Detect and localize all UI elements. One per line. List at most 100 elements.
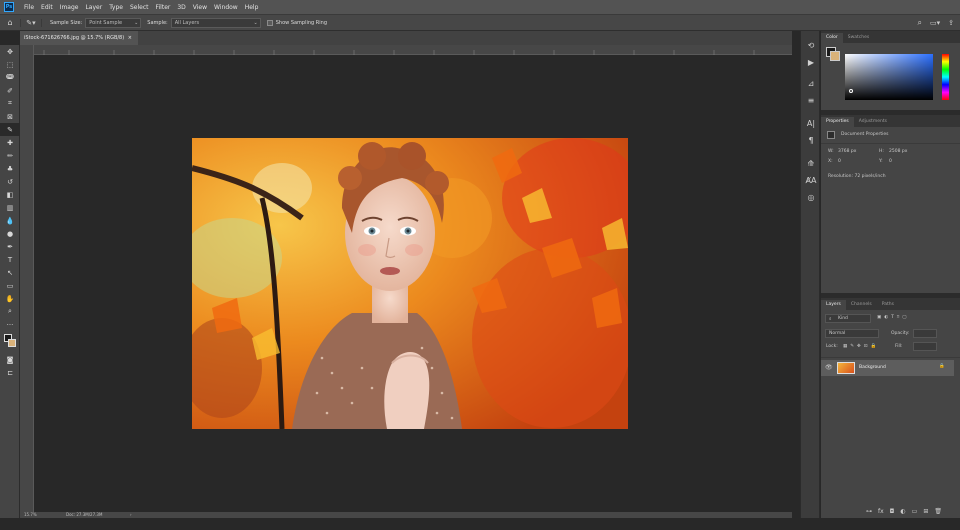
chevron-down-icon: ⌄ (253, 19, 258, 26)
path-selection-tool-icon[interactable]: ↖ (0, 266, 20, 279)
actions-play-icon[interactable]: ▶ (801, 54, 821, 71)
app-logo: Ps (4, 2, 14, 12)
workspace-icon[interactable]: ▭▾ (930, 19, 940, 27)
menu-view[interactable]: View (193, 4, 207, 11)
x-value[interactable]: 0 (838, 159, 841, 164)
background-color-swatch[interactable] (830, 51, 840, 61)
healing-brush-tool-icon[interactable]: ✚ (0, 136, 20, 149)
lasso-tool-icon[interactable]: ↈ (0, 71, 20, 84)
new-group-icon[interactable]: ▭ (912, 508, 918, 515)
tab-adjustments[interactable]: Adjustments (854, 117, 892, 127)
crop-tool-icon[interactable]: ⌗ (0, 97, 20, 110)
width-value[interactable]: 3768 px (838, 149, 856, 154)
3d-icon[interactable]: ◎ (801, 189, 821, 206)
x-label: X: (828, 159, 833, 164)
tab-channels[interactable]: Channels (846, 300, 877, 310)
layer-mask-icon[interactable]: ◘ (890, 508, 895, 515)
blur-tool-icon[interactable]: 💧 (0, 214, 20, 227)
sample-size-dropdown[interactable]: Point Sample ⌄ (85, 17, 142, 28)
document-tab[interactable]: iStock-671626766.jpg @ 15.7% (RGB/8) × (20, 31, 138, 45)
adjustment-layer-icon[interactable]: ◐ (900, 508, 905, 515)
tab-properties[interactable]: Properties (821, 117, 854, 127)
fx-icon[interactable]: fx (878, 508, 884, 515)
menu-type[interactable]: Type (109, 4, 123, 11)
layer-kind-filter[interactable]: ⌕ Kind (825, 314, 871, 323)
quick-mask-icon[interactable]: ◙ (0, 353, 20, 366)
menu-image[interactable]: Image (60, 4, 79, 11)
resolution-readout: Resolution: 72 pixels/inch (828, 174, 886, 179)
properties-sliders-icon[interactable]: ≡ (801, 92, 821, 109)
marquee-tool-icon[interactable]: ⬚ (0, 58, 20, 71)
new-layer-icon[interactable]: ⊞ (923, 508, 928, 515)
tab-paths[interactable]: Paths (877, 300, 899, 310)
tab-swatches[interactable]: Swatches (843, 33, 875, 43)
pen-tool-icon[interactable]: ✒ (0, 240, 20, 253)
document-image[interactable] (192, 138, 628, 429)
sample-dropdown[interactable]: All Layers ⌄ (170, 17, 261, 28)
tools-panel: ✥ ⬚ ↈ ✐ ⌗ ⊠ ✎ ✚ ✏ ♣ ↺ ◧ ▥ 💧 ● ✒ T ↖ ▭ ✋ … (0, 45, 20, 518)
color-panel (821, 43, 960, 110)
layer-name[interactable]: Background (859, 365, 886, 370)
history-brush-tool-icon[interactable]: ↺ (0, 175, 20, 188)
character-icon[interactable]: A| (801, 115, 821, 132)
eyedropper-tool-preset-icon[interactable]: ✎▾ (20, 18, 42, 27)
dodge-tool-icon[interactable]: ● (0, 227, 20, 240)
show-sampling-ring-checkbox[interactable] (266, 19, 273, 26)
menu-select[interactable]: Select (130, 4, 149, 11)
menu-filter[interactable]: Filter (156, 4, 171, 11)
menu-help[interactable]: Help (245, 4, 259, 11)
share-icon[interactable]: ⇪ (948, 19, 954, 27)
history-icon[interactable]: ⟲ (801, 37, 821, 54)
home-icon[interactable]: ⌂ (0, 18, 20, 27)
type-tool-icon[interactable]: T (0, 253, 20, 266)
eye-icon[interactable]: 👁 (825, 364, 833, 371)
layer-row[interactable]: 👁 Background 🔒 (821, 360, 954, 376)
menu-3d[interactable]: 3D (177, 4, 185, 11)
hand-tool-icon[interactable]: ✋ (0, 292, 20, 305)
menu-layer[interactable]: Layer (85, 4, 102, 11)
paragraph-icon[interactable]: ¶ (801, 132, 821, 149)
search-icon[interactable]: ⌕ (918, 18, 922, 28)
fill-field[interactable] (913, 342, 937, 351)
quick-select-tool-icon[interactable]: ✐ (0, 84, 20, 97)
height-value[interactable]: 2508 px (889, 149, 907, 154)
delete-layer-icon[interactable]: 🗑 (934, 508, 942, 515)
blend-mode-dropdown[interactable]: Normal (825, 329, 879, 338)
color-swatches-icon[interactable] (0, 331, 20, 353)
status-bar: 15.7% Doc: 27.3M/27.3M › (20, 512, 792, 518)
layer-filter-icons[interactable]: ▣◐T⌑▢ (877, 315, 910, 320)
rectangle-tool-icon[interactable]: ▭ (0, 279, 20, 292)
menu-window[interactable]: Window (214, 4, 238, 11)
layers-panel-tabs: Layers Channels Paths (821, 298, 960, 310)
opacity-field[interactable] (913, 329, 937, 338)
chevron-right-icon[interactable]: › (130, 512, 132, 517)
menu-bar: Ps File Edit Image Layer Type Select Fil… (0, 0, 960, 14)
clone-stamp-tool-icon[interactable]: ♣ (0, 162, 20, 175)
eyedropper-tool-icon[interactable]: ✎ (0, 123, 20, 136)
gradient-tool-icon[interactable]: ▥ (0, 201, 20, 214)
link-layers-icon[interactable]: ⊶ (866, 508, 872, 515)
menu-edit[interactable]: Edit (41, 4, 53, 11)
brush-tool-icon[interactable]: ✏ (0, 149, 20, 162)
lock-icons[interactable]: ▦✎✥⊡🔒 (843, 344, 879, 349)
hue-slider[interactable] (942, 54, 949, 100)
y-value[interactable]: 0 (889, 159, 892, 164)
character-styles-icon[interactable]: ȺA (801, 172, 821, 189)
document-icon (827, 131, 835, 139)
tab-layers[interactable]: Layers (821, 300, 846, 310)
close-icon[interactable]: × (128, 31, 132, 45)
zoom-tool-icon[interactable]: ⌕ (0, 305, 20, 318)
move-tool-icon[interactable]: ✥ (0, 45, 20, 58)
menu-file[interactable]: File (24, 4, 34, 11)
sample-size-label: Sample Size: (50, 19, 83, 26)
color-picker-cursor[interactable] (849, 89, 853, 93)
adjustments-icon[interactable]: ⊿ (801, 75, 821, 92)
eraser-tool-icon[interactable]: ◧ (0, 188, 20, 201)
more-tools-icon[interactable]: ··· (0, 318, 20, 331)
frame-tool-icon[interactable]: ⊠ (0, 110, 20, 123)
color-picker-field[interactable] (845, 54, 933, 100)
tab-color[interactable]: Color (821, 33, 843, 43)
screen-mode-icon[interactable]: ⊏ (0, 366, 20, 379)
zoom-readout[interactable]: 15.7% (24, 512, 37, 517)
glyphs-icon[interactable]: ⟰ (801, 155, 821, 172)
